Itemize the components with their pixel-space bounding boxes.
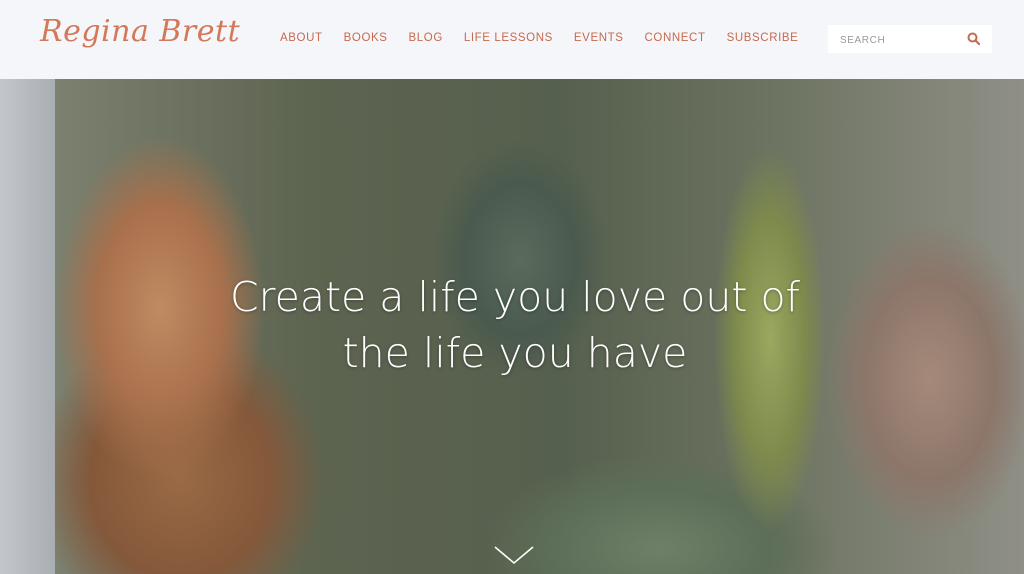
- nav-item-connect[interactable]: CONNECT: [645, 32, 706, 44]
- nav-item-life-lessons[interactable]: LIFE LESSONS: [464, 32, 553, 44]
- search-button[interactable]: [966, 31, 982, 47]
- search-box: [828, 25, 992, 55]
- chevron-down-icon: [494, 546, 534, 565]
- search-input[interactable]: [838, 25, 962, 55]
- nav-item-events[interactable]: EVENTS: [574, 32, 624, 44]
- site-header: Regina Brett ABOUT BOOKS BLOG LIFE LESSO…: [0, 0, 1024, 79]
- nav-item-about[interactable]: ABOUT: [280, 32, 323, 44]
- search-icon: [967, 32, 981, 46]
- hero-headline-line2: the life you have: [342, 329, 688, 377]
- nav-item-subscribe[interactable]: SUBSCRIBE: [727, 32, 799, 44]
- nav-item-blog[interactable]: BLOG: [409, 32, 443, 44]
- hero-banner: Create a life you love out of the life y…: [0, 79, 1024, 574]
- hero-background-pillar: [0, 79, 55, 574]
- nav-item-books[interactable]: BOOKS: [344, 32, 388, 44]
- hero-headline: Create a life you love out of the life y…: [150, 269, 880, 381]
- site-logo[interactable]: Regina Brett: [40, 14, 240, 49]
- hero-headline-line1: Create a life you love out of: [230, 273, 800, 321]
- main-nav: ABOUT BOOKS BLOG LIFE LESSONS EVENTS CON…: [280, 32, 819, 44]
- scroll-down-button[interactable]: [494, 543, 534, 567]
